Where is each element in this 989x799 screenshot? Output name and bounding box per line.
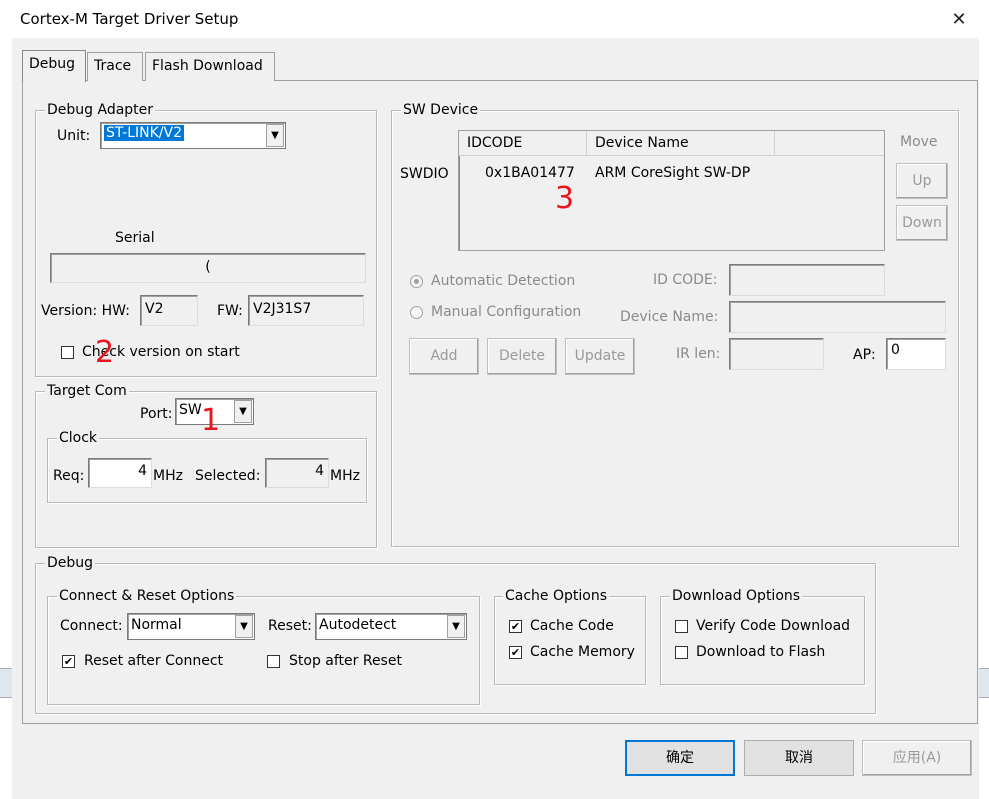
cache-code-label: Cache Code [530, 618, 614, 634]
verify-code-download-checkbox[interactable] [675, 620, 688, 633]
selected-clock-field: 4 [265, 458, 329, 488]
chevron-down-icon[interactable]: ▼ [234, 400, 252, 423]
device-name-label: Device Name: [620, 309, 719, 325]
download-to-flash-label: Download to Flash [696, 644, 826, 660]
target-com-title: Target Com [45, 383, 129, 399]
verify-code-download-label: Verify Code Download [696, 618, 851, 634]
unit-value: ST-LINK/V2 [104, 125, 184, 141]
update-button[interactable]: Update [565, 338, 635, 375]
move-down-button[interactable]: Down [896, 205, 948, 241]
check-version-checkbox[interactable] [61, 346, 74, 359]
column-header-device-name[interactable]: Device Name [587, 131, 775, 156]
req-label: Req: [53, 468, 85, 484]
port-value: SW [179, 402, 202, 418]
annotation-mark-3: 3 [555, 181, 575, 216]
swdio-label: SWDIO [400, 166, 449, 182]
mhz-label: MHz [153, 468, 183, 484]
unit-select[interactable]: ST-LINK/V2 ▼ [100, 122, 286, 149]
cache-code-checkbox[interactable]: ✔ [509, 620, 522, 633]
sw-device-list[interactable]: IDCODE Device Name 0x1BA01477 ARM CoreSi… [458, 130, 885, 251]
port-label: Port: [140, 406, 173, 422]
reset-select[interactable]: Autodetect ▼ [315, 613, 467, 640]
debug-adapter-group [35, 110, 377, 377]
reset-after-connect-checkbox[interactable]: ✔ [62, 655, 75, 668]
window-title: Cortex-M Target Driver Setup [20, 10, 239, 28]
stop-after-reset-label: Stop after Reset [289, 653, 402, 669]
version-hw-label: Version: HW: [41, 303, 130, 319]
cache-memory-label: Cache Memory [530, 644, 635, 660]
check-icon: ✔ [510, 646, 521, 659]
connect-select[interactable]: Normal ▼ [127, 613, 255, 640]
annotation-mark-1: 1 [201, 403, 221, 438]
ir-len-label: IR len: [676, 346, 721, 362]
connect-label: Connect: [60, 618, 123, 634]
ap-input[interactable]: 0 [886, 338, 946, 370]
id-code-input[interactable] [729, 264, 885, 296]
chevron-down-icon[interactable]: ▼ [447, 615, 465, 638]
annotation-mark-2: 2 [95, 335, 115, 370]
debug-title: Debug [45, 555, 96, 571]
move-up-button[interactable]: Up [896, 163, 948, 199]
unit-label: Unit: [57, 128, 91, 144]
hw-version-field: V2 [140, 295, 198, 326]
stop-after-reset-checkbox[interactable] [267, 655, 280, 668]
ap-label: AP: [853, 347, 876, 363]
automatic-detection-radio[interactable] [410, 275, 423, 288]
selected-label: Selected: [195, 468, 261, 484]
check-icon: ✔ [63, 655, 74, 668]
ok-button[interactable]: 确定 [625, 740, 735, 776]
fw-label: FW: [217, 303, 243, 319]
delete-button[interactable]: Delete [487, 338, 557, 375]
cache-options-title: Cache Options [503, 588, 610, 604]
tab-debug[interactable]: Debug [22, 50, 86, 82]
connect-value: Normal [131, 617, 182, 633]
manual-configuration-label: Manual Configuration [431, 304, 582, 320]
serial-label: Serial [115, 230, 155, 246]
mhz-label: MHz [330, 468, 360, 484]
reset-label: Reset: [268, 618, 312, 634]
req-clock-input[interactable]: 4 [88, 458, 152, 488]
device-name-cell[interactable]: ARM CoreSight SW-DP [595, 164, 750, 182]
cancel-button[interactable]: 取消 [744, 740, 854, 776]
tab-flash-download[interactable]: Flash Download [145, 52, 275, 81]
idcode-cell[interactable]: 0x1BA01477 [485, 164, 575, 182]
chevron-down-icon[interactable]: ▼ [235, 615, 253, 638]
add-button[interactable]: Add [409, 338, 479, 375]
check-icon: ✔ [510, 620, 521, 633]
manual-configuration-radio[interactable] [410, 306, 423, 319]
cache-memory-checkbox[interactable]: ✔ [509, 646, 522, 659]
background-window-strip [0, 668, 12, 698]
reset-after-connect-label: Reset after Connect [84, 653, 224, 669]
serial-field: ( [50, 253, 366, 283]
tab-trace[interactable]: Trace [87, 52, 143, 81]
automatic-detection-label: Automatic Detection [431, 273, 576, 289]
reset-value: Autodetect [319, 617, 397, 633]
id-code-label: ID CODE: [653, 272, 718, 288]
chevron-down-icon[interactable]: ▼ [266, 124, 284, 147]
debug-adapter-title: Debug Adapter [45, 102, 156, 118]
background-window-strip [979, 668, 989, 698]
download-options-title: Download Options [670, 588, 803, 604]
ir-len-input[interactable] [729, 338, 824, 370]
cache-options-group [494, 596, 646, 685]
column-header-empty [775, 131, 884, 156]
apply-button[interactable]: 应用(A) [862, 740, 972, 776]
connect-reset-title: Connect & Reset Options [57, 588, 237, 604]
download-to-flash-checkbox[interactable] [675, 646, 688, 659]
download-options-group [660, 596, 865, 685]
fw-version-field: V2J31S7 [248, 295, 364, 326]
device-name-input[interactable] [729, 301, 946, 333]
sw-device-title: SW Device [401, 102, 481, 118]
close-icon[interactable]: ✕ [947, 8, 971, 32]
clock-title: Clock [57, 430, 100, 446]
move-label: Move [900, 134, 938, 150]
column-header-idcode[interactable]: IDCODE [459, 131, 587, 156]
